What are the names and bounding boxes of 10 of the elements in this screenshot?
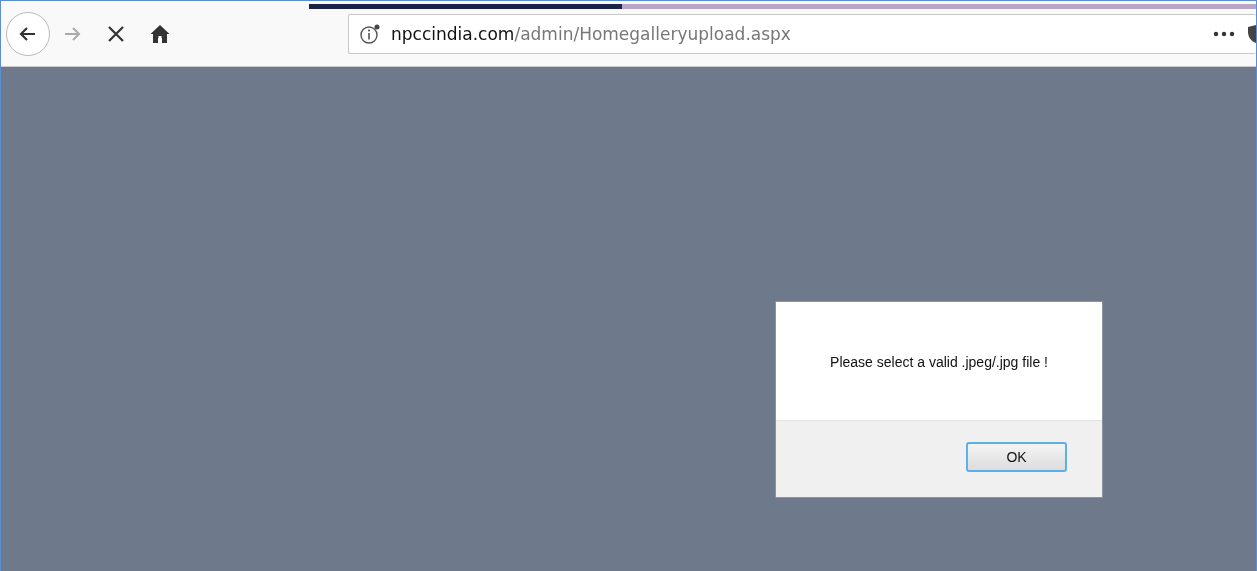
address-bar[interactable]: npccindia.com/admin/Homegalleryupload.aspx [348, 13, 1256, 54]
home-icon [149, 22, 171, 45]
alert-message: Please select a valid .jpeg/.jpg file ! [830, 353, 1048, 370]
back-button[interactable] [6, 11, 50, 56]
url-text: npccindia.com/admin/Homegalleryupload.aspx [391, 23, 791, 44]
info-icon[interactable] [359, 23, 381, 44]
shield-icon[interactable] [1247, 23, 1256, 44]
more-icon[interactable] [1213, 30, 1235, 37]
ok-button[interactable]: OK [966, 442, 1067, 472]
close-icon [106, 23, 126, 44]
